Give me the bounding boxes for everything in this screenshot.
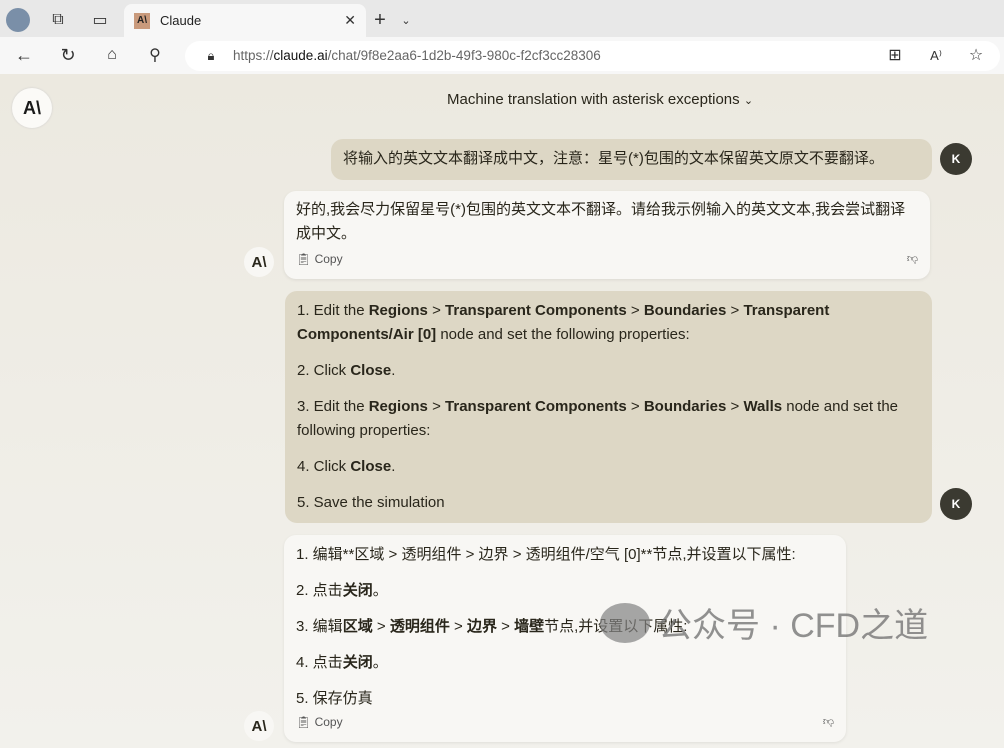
message-line: 4. Click Close. xyxy=(297,458,396,475)
claude-avatar: A\ xyxy=(244,711,274,741)
app-available-icon[interactable]: ⊞ xyxy=(883,44,907,68)
user-avatar[interactable]: K xyxy=(940,143,972,175)
new-tab-icon[interactable]: + xyxy=(368,8,392,32)
thumbs-down-icon[interactable]: 👎︎ xyxy=(907,247,918,271)
message-text: 好的,我会尽力保留星号(*)包围的英文文本不翻译。请给我示例输入的英文文本,我会… xyxy=(296,201,906,242)
close-tab-icon[interactable]: ✕ xyxy=(344,12,356,29)
url-path: /chat/9f8e2aa6-1d2b-49f3-980c-f2cf3cc283… xyxy=(327,48,601,63)
conversation-title[interactable]: Machine translation with asterisk except… xyxy=(447,91,753,108)
claude-avatar: A\ xyxy=(244,247,274,277)
message-line: 4. 点击关闭。 xyxy=(296,654,388,671)
address-bar-row: ← ↻ ⌂ ⚲ 🔒︎ https://claude.ai/chat/9f8e2a… xyxy=(0,37,1004,74)
message-line: 5. 保存仿真 xyxy=(296,690,373,707)
message-line: 1. 编辑**区域 > 透明组件 > 边界 > 透明组件/空气 [0]**节点,… xyxy=(296,546,796,563)
thumbs-down-icon[interactable]: 👎︎ xyxy=(823,710,834,734)
profile-avatar-icon[interactable] xyxy=(6,8,30,32)
url-host: claude.ai xyxy=(273,48,328,63)
message-line: 3. Edit the Regions > Transparent Compon… xyxy=(297,398,899,439)
message-line: 1. Edit the Regions > Transparent Compon… xyxy=(297,302,830,343)
wechat-icon xyxy=(600,602,650,643)
url-prefix: https:// xyxy=(233,48,274,63)
favorite-star-icon[interactable]: ☆ xyxy=(964,44,988,68)
tab-title: Claude xyxy=(160,13,202,28)
copy-button[interactable]: 📋︎ Copy xyxy=(296,247,343,271)
clipboard-icon: 📋︎ xyxy=(296,715,312,729)
back-icon[interactable]: ← xyxy=(12,43,36,67)
copy-label: Copy xyxy=(314,715,343,729)
conversation-title-text: Machine translation with asterisk except… xyxy=(447,91,740,108)
user-message: 1. Edit the Regions > Transparent Compon… xyxy=(285,291,932,523)
tab-actions-icon[interactable]: ▭ xyxy=(88,8,112,32)
copy-label: Copy xyxy=(314,252,343,266)
message-line: 2. Click Close. xyxy=(297,362,396,379)
claude-favicon-icon: A\ xyxy=(134,12,150,29)
home-icon[interactable]: ⌂ xyxy=(100,43,124,67)
chevron-down-icon: ⌄ xyxy=(743,95,754,107)
message-text: 将输入的英文文本翻译成中文，注意：星号(*)包围的文本保留英文原文不要翻译。 xyxy=(343,150,884,167)
url-input[interactable]: 🔒︎ https://claude.ai/chat/9f8e2aa6-1d2b-… xyxy=(185,41,1000,71)
refresh-icon[interactable]: ↻ xyxy=(56,43,80,67)
assistant-message: 好的,我会尽力保留星号(*)包围的英文文本不翻译。请给我示例输入的英文文本,我会… xyxy=(284,191,930,279)
claude-logo-button[interactable]: A\ xyxy=(12,88,52,128)
tab-bar: ⧉ ▭ A\ Claude ✕ + ⌄ xyxy=(0,0,1004,37)
lock-icon[interactable]: 🔒︎ xyxy=(199,44,223,68)
tab-list-chevron-icon[interactable]: ⌄ xyxy=(394,8,418,32)
watermark: 公众号 · CFD之道 xyxy=(600,598,928,647)
tab-claude[interactable]: A\ Claude ✕ xyxy=(124,4,366,37)
copy-button[interactable]: 📋︎ Copy xyxy=(296,710,343,734)
search-icon[interactable]: ⚲ xyxy=(143,43,167,67)
user-avatar[interactable]: K xyxy=(940,488,972,520)
read-aloud-icon[interactable]: A⁾ xyxy=(924,44,948,68)
clipboard-icon: 📋︎ xyxy=(296,252,312,266)
collections-icon[interactable]: ⧉ xyxy=(46,8,70,32)
message-line: 5. Save the simulation xyxy=(297,494,445,511)
user-message: 将输入的英文文本翻译成中文，注意：星号(*)包围的文本保留英文原文不要翻译。 xyxy=(331,139,932,180)
watermark-text: 公众号 · CFD之道 xyxy=(658,607,929,645)
